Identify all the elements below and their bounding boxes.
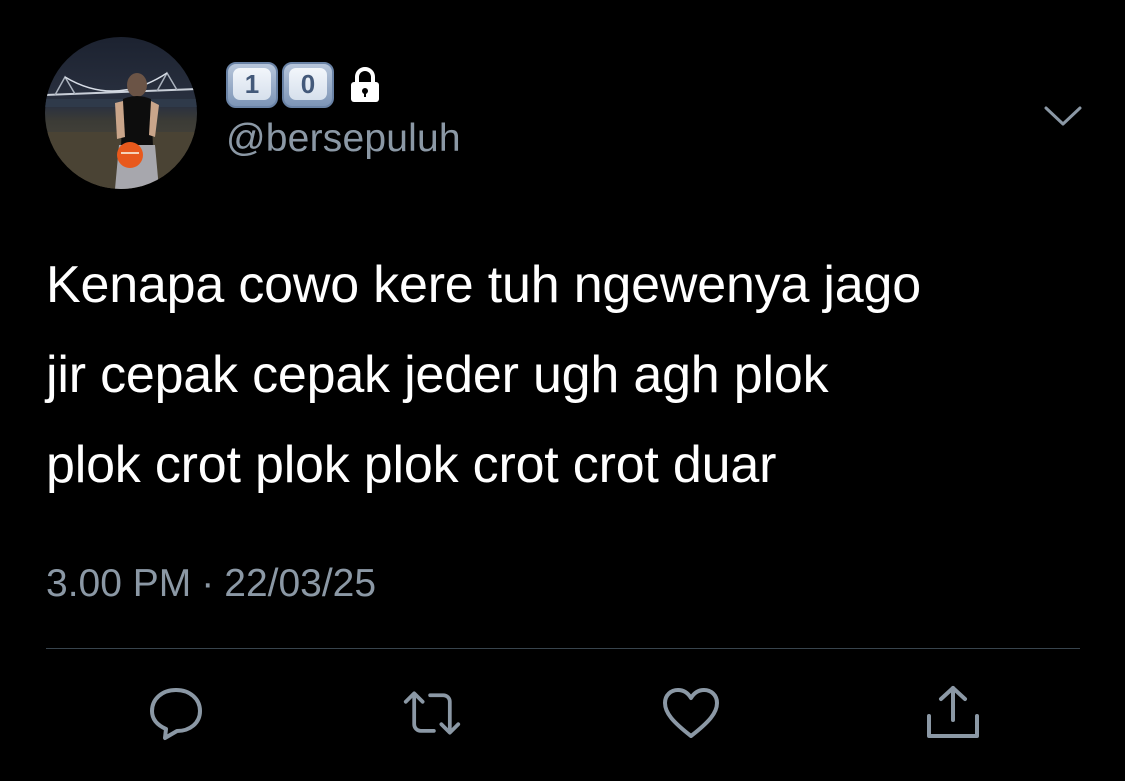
share-icon — [927, 686, 979, 738]
tweet-text-line: Kenapa cowo kere tuh ngewenya jago — [46, 256, 921, 314]
timestamp-separator: · — [201, 562, 215, 605]
reply-icon — [150, 688, 202, 740]
more-options-button[interactable] — [1043, 103, 1083, 134]
lock-icon — [351, 67, 379, 102]
keycap-digit-label: 0 — [289, 68, 327, 100]
avatar[interactable] — [45, 37, 197, 189]
retweet-button[interactable] — [402, 683, 462, 743]
tweet-date: 22/03/25 — [224, 562, 377, 605]
keycap-digit: 0 — [282, 62, 334, 108]
share-button[interactable] — [923, 683, 983, 743]
user-handle[interactable]: @bersepuluh — [226, 117, 461, 161]
tweet-text-line: plok crot plok plok crot crot duar — [46, 436, 777, 494]
tweet-timestamp[interactable]: 3.00 PM · 22/03/25 — [46, 562, 376, 606]
like-icon — [663, 688, 719, 738]
profile-photo-icon — [45, 37, 197, 189]
keycap-digit: 1 — [226, 62, 278, 108]
tweet-text-line: jir cepak cepak jeder ugh agh plok — [46, 346, 829, 404]
divider — [46, 648, 1080, 649]
retweet-icon — [403, 691, 461, 735]
tweet-card: 1 0 @bersepuluh Kenapa cowo kere tuh nge… — [0, 0, 1125, 781]
like-button[interactable] — [661, 683, 721, 743]
tweet-time: 3.00 PM — [46, 562, 192, 605]
reply-button[interactable] — [146, 683, 206, 743]
chevron-down-icon — [1044, 106, 1082, 126]
display-name[interactable]: 1 0 — [226, 62, 380, 108]
keycap-digit-label: 1 — [233, 68, 271, 100]
tweet-text: Kenapa cowo kere tuh ngewenya jago jir c… — [46, 240, 1086, 510]
